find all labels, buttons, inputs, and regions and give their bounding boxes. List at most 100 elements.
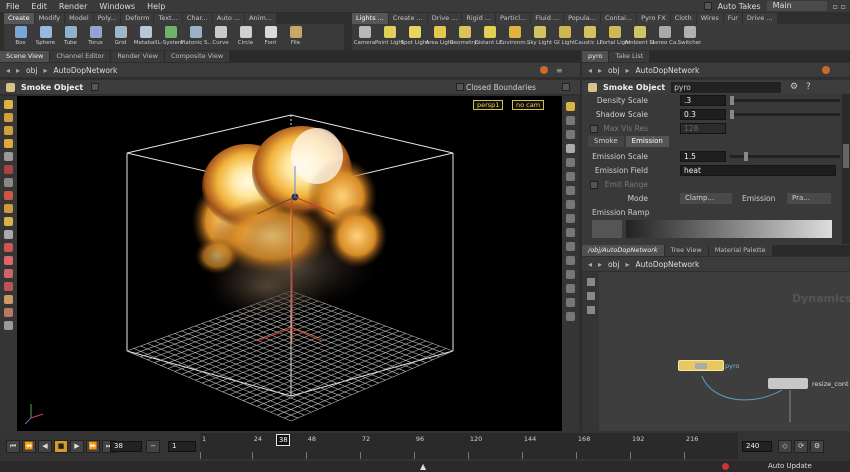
shelf-right-tool-5[interactable]: Distant Li... xyxy=(475,24,505,50)
param-pin-icon[interactable] xyxy=(822,66,830,74)
shelf-tab-poly[interactable]: Poly... xyxy=(93,13,121,24)
shelf-tab-model[interactable]: Model xyxy=(65,13,93,24)
shelf-tab-create[interactable]: Create xyxy=(4,13,34,24)
stop-icon[interactable]: ■ xyxy=(54,440,68,453)
end-frame-field[interactable]: 240 xyxy=(742,441,772,452)
shelf-tab-drive[interactable]: Drive ... xyxy=(427,13,462,24)
tab-tree-view[interactable]: Tree View xyxy=(664,245,708,256)
shelf-left-tool-10[interactable]: Font xyxy=(258,24,283,50)
handle-tool-icon[interactable] xyxy=(4,165,13,174)
point-display-icon[interactable] xyxy=(566,200,575,209)
param-path-node[interactable]: AutoDopNetwork xyxy=(635,66,699,75)
emission-field-input[interactable]: heat xyxy=(680,165,836,176)
shelf-tab-deform[interactable]: Deform xyxy=(121,13,154,24)
mode-dropdown[interactable]: Clamp... xyxy=(680,193,732,204)
shelf-right-tool-11[interactable]: Ambient Li... xyxy=(625,24,655,50)
vector-icon[interactable] xyxy=(566,270,575,279)
shelf-tab-auto[interactable]: Auto ... xyxy=(212,13,245,24)
emission-ramp-gradient[interactable] xyxy=(626,220,832,238)
shelf-left-tool-5[interactable]: Metaball xyxy=(133,24,158,50)
menu-help[interactable]: Help xyxy=(147,2,165,11)
shelf-left-tool-3[interactable]: Torus xyxy=(83,24,108,50)
menu-edit[interactable]: Edit xyxy=(31,2,47,11)
select-prims-icon[interactable] xyxy=(4,282,13,291)
pyro-node[interactable] xyxy=(678,360,724,371)
step-back-icon[interactable]: ⏪ xyxy=(22,440,36,453)
path-context[interactable]: obj xyxy=(26,66,37,75)
step-forward-icon[interactable]: ⏩ xyxy=(86,440,100,453)
shelf-right-tool-6[interactable]: Environm... xyxy=(500,24,530,50)
display-toggle-checkbox[interactable] xyxy=(562,83,570,91)
resize-node[interactable] xyxy=(768,378,808,389)
select-groups-icon[interactable] xyxy=(4,308,13,317)
shelf-tab-wires[interactable]: Wires xyxy=(696,13,723,24)
auto-takes-checkbox[interactable] xyxy=(703,2,712,10)
shelf-tab-anim[interactable]: Anim... xyxy=(245,13,276,24)
param-back-arrow-icon[interactable]: ◂ xyxy=(588,66,592,75)
snapshot-icon[interactable] xyxy=(566,312,575,321)
shadow-scale-slider[interactable] xyxy=(730,110,840,119)
net-path-node[interactable]: AutoDopNetwork xyxy=(635,260,699,269)
density-scale-field[interactable]: .3 xyxy=(680,95,726,106)
menu-render[interactable]: Render xyxy=(59,2,87,11)
shelf-right-tool-7[interactable]: Sky Light xyxy=(527,24,552,50)
select-points-icon[interactable] xyxy=(4,256,13,265)
shelf-tab-lights[interactable]: Lights ... xyxy=(352,13,388,24)
shelf-left-tool-8[interactable]: Curve xyxy=(208,24,233,50)
shelf-left-tool-9[interactable]: Circle xyxy=(233,24,258,50)
status-arrow-icon[interactable]: ▲ xyxy=(420,462,426,471)
select-objects-icon[interactable] xyxy=(4,295,13,304)
lasso-icon[interactable] xyxy=(4,321,13,330)
shelf-right-tool-2[interactable]: Spot Light xyxy=(401,24,429,50)
move-tool-icon[interactable] xyxy=(4,113,13,122)
shelf-right-tool-3[interactable]: Area Light xyxy=(425,24,454,50)
3d-viewport[interactable]: persp1 no cam xyxy=(17,96,562,431)
net-path-context[interactable]: obj xyxy=(608,260,619,269)
shelf-tab-char[interactable]: Char... xyxy=(182,13,212,24)
play-reverse-icon[interactable]: ◀ xyxy=(38,440,52,453)
select-tool-icon[interactable] xyxy=(4,100,13,109)
pose-tool-icon[interactable] xyxy=(4,152,13,161)
emission-mode-dropdown[interactable]: Pra... xyxy=(787,193,831,204)
play-forward-icon[interactable]: ▶ xyxy=(70,440,84,453)
shelf-right-tool-1[interactable]: Point Light xyxy=(375,24,404,50)
tab-composite-view[interactable]: Composite View xyxy=(164,51,230,62)
shelf-tab-populate[interactable]: Popula... xyxy=(564,13,600,24)
shelf-right-tool-9[interactable]: Caustic Li... xyxy=(575,24,605,50)
max-vis-res-checkbox[interactable] xyxy=(590,124,598,133)
cam-lock-menu[interactable]: no cam xyxy=(512,100,545,110)
menu-windows[interactable]: Windows xyxy=(99,2,135,11)
brush-tool-icon[interactable] xyxy=(4,191,13,200)
select-edges-icon[interactable] xyxy=(4,269,13,278)
density-scale-slider[interactable] xyxy=(730,96,840,105)
shelf-left-tool-4[interactable]: Grid xyxy=(108,24,133,50)
gear-icon[interactable]: ⚙ xyxy=(790,82,798,92)
network-editor[interactable]: Dynamics pyro resize_cont xyxy=(582,272,850,432)
subtab-smoke[interactable]: Smoke xyxy=(588,136,624,147)
camera-menu[interactable]: persp1 xyxy=(473,100,504,110)
texture-icon[interactable] xyxy=(566,284,575,293)
backface-icon[interactable] xyxy=(566,158,575,167)
forward-arrow-icon[interactable]: ▸ xyxy=(16,66,20,75)
scale-tool-icon[interactable] xyxy=(4,139,13,148)
auto-update-menu[interactable]: Auto Update xyxy=(768,461,812,472)
shelf-right-tool-0[interactable]: Camera xyxy=(352,24,377,50)
paint-tool-icon[interactable] xyxy=(4,204,13,213)
emission-scale-slider[interactable] xyxy=(730,152,840,161)
tab-channel-editor[interactable]: Channel Editor xyxy=(50,51,111,62)
frame-step-icon[interactable]: − xyxy=(146,440,160,453)
object-toggle-checkbox[interactable] xyxy=(91,83,100,91)
step-field[interactable]: 1 xyxy=(168,441,196,452)
shelf-right-tool-10[interactable]: Portal Light xyxy=(600,24,630,50)
shelf-left-tool-0[interactable]: Box xyxy=(8,24,33,50)
shelf-tab-particles[interactable]: Particl... xyxy=(496,13,531,24)
net-back-arrow-icon[interactable]: ◂ xyxy=(588,260,592,269)
emit-range-checkbox[interactable] xyxy=(590,180,598,189)
shelf-right-tool-13[interactable]: Switcher xyxy=(677,24,702,50)
tab-scene-view[interactable]: Scene View xyxy=(0,51,50,62)
selection-mode-icon[interactable] xyxy=(4,243,13,252)
ramp-controls[interactable] xyxy=(592,220,622,238)
shelf-right-tool-8[interactable]: GI Light xyxy=(552,24,577,50)
param-path-context[interactable]: obj xyxy=(608,66,619,75)
shelf-right-tool-12[interactable]: Stereo Ca... xyxy=(650,24,680,50)
